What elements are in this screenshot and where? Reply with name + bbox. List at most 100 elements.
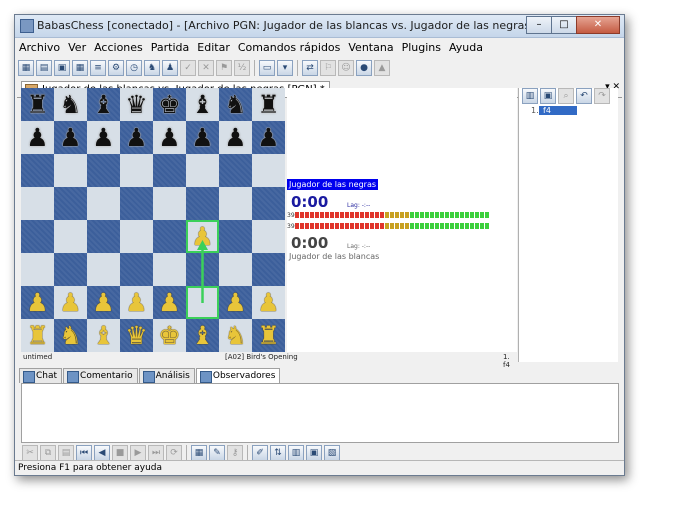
title-bar[interactable]: BabasChess [conectado] - [Archivo PGN: J… — [15, 15, 624, 38]
square-d8[interactable]: ♛ — [120, 88, 153, 121]
white-piece[interactable]: ♟ — [92, 290, 114, 315]
columns-icon[interactable]: ▥ — [522, 88, 538, 104]
square-c3[interactable] — [87, 253, 120, 286]
observers-panel[interactable] — [21, 383, 619, 443]
pieces-icon[interactable]: ♟ — [162, 60, 178, 76]
list-icon[interactable]: ≡ — [90, 60, 106, 76]
menu-ventana[interactable]: Ventana — [344, 41, 397, 54]
square-f6[interactable] — [186, 154, 219, 187]
square-g1[interactable]: ♞ — [219, 319, 252, 352]
square-c7[interactable]: ♟ — [87, 121, 120, 154]
square-b6[interactable] — [54, 154, 87, 187]
square-e1[interactable]: ♚ — [153, 319, 186, 352]
board-icon[interactable]: ▦ — [72, 60, 88, 76]
black-piece[interactable]: ♟ — [59, 125, 81, 150]
square-c1[interactable]: ♝ — [87, 319, 120, 352]
square-d7[interactable]: ♟ — [120, 121, 153, 154]
menu-archivo[interactable]: Archivo — [15, 41, 64, 54]
alert-icon[interactable]: ☺ — [338, 60, 354, 76]
square-b5[interactable] — [54, 187, 87, 220]
last-move-icon[interactable]: ⏭ — [148, 445, 164, 461]
grid-icon[interactable]: ▥ — [288, 445, 304, 461]
square-e6[interactable] — [153, 154, 186, 187]
view-icon[interactable]: ▭ — [259, 60, 275, 76]
close-icon[interactable]: ✕ — [198, 60, 214, 76]
square-b8[interactable]: ♞ — [54, 88, 87, 121]
square-b4[interactable] — [54, 220, 87, 253]
previous-move-icon[interactable]: ◀ — [94, 445, 110, 461]
black-piece[interactable]: ♝ — [92, 92, 114, 117]
square-d5[interactable] — [120, 187, 153, 220]
white-piece[interactable]: ♝ — [92, 323, 114, 348]
key-icon[interactable]: ⚷ — [227, 445, 243, 461]
black-piece[interactable]: ♟ — [224, 125, 246, 150]
square-c8[interactable]: ♝ — [87, 88, 120, 121]
maximize-button[interactable]: □ — [551, 16, 577, 34]
white-piece[interactable]: ♟ — [224, 290, 246, 315]
edit-board-icon[interactable]: ✎ — [209, 445, 225, 461]
black-piece[interactable]: ♛ — [125, 92, 147, 117]
square-d2[interactable]: ♟ — [120, 286, 153, 319]
square-a5[interactable] — [21, 187, 54, 220]
square-b3[interactable] — [54, 253, 87, 286]
flag-icon[interactable]: ⚐ — [320, 60, 336, 76]
square-a4[interactable] — [21, 220, 54, 253]
square-h8[interactable]: ♜ — [252, 88, 285, 121]
square-h5[interactable] — [252, 187, 285, 220]
square-g4[interactable] — [219, 220, 252, 253]
square-b1[interactable]: ♞ — [54, 319, 87, 352]
menu-ver[interactable]: Ver — [64, 41, 90, 54]
square-h1[interactable]: ♜ — [252, 319, 285, 352]
square-e8[interactable]: ♚ — [153, 88, 186, 121]
black-piece[interactable]: ♟ — [158, 125, 180, 150]
square-g5[interactable] — [219, 187, 252, 220]
save-icon[interactable]: ▣ — [54, 60, 70, 76]
square-e7[interactable]: ♟ — [153, 121, 186, 154]
square-e3[interactable] — [153, 253, 186, 286]
square-f8[interactable]: ♝ — [186, 88, 219, 121]
menu-partida[interactable]: Partida — [147, 41, 194, 54]
cut-icon[interactable]: ✂ — [22, 445, 38, 461]
square-h4[interactable] — [252, 220, 285, 253]
square-g6[interactable] — [219, 154, 252, 187]
engine-icon[interactable]: ⚙ — [108, 60, 124, 76]
clock-icon[interactable]: ◷ — [126, 60, 142, 76]
chess-board[interactable]: ♜ ♞ ♝ ♛ ♚ ♝ ♞ ♜ ♟ ♟ ♟ ♟ ♟ ♟ ♟ ♟ ♟ ♟ ♟ ♟ ♟ ♟ ♟ ♟ ♜ ♞ ♝ ♛ ♚ ♝ ♞ ♜ — [21, 88, 285, 352]
white-piece[interactable]: ♞ — [59, 323, 81, 348]
white-piece[interactable]: ♛ — [125, 323, 147, 348]
square-f3[interactable] — [186, 253, 219, 286]
black-piece[interactable]: ♟ — [125, 125, 147, 150]
pen-icon[interactable]: ✐ — [252, 445, 268, 461]
square-d1[interactable]: ♛ — [120, 319, 153, 352]
resign-icon[interactable]: ⚑ — [216, 60, 232, 76]
menu-plugins[interactable]: Plugins — [398, 41, 445, 54]
menu-ayuda[interactable]: Ayuda — [445, 41, 487, 54]
menu-acciones[interactable]: Acciones — [90, 41, 147, 54]
square-h2[interactable]: ♟ — [252, 286, 285, 319]
check-icon[interactable]: ✓ — [180, 60, 196, 76]
tab-observadores[interactable]: Observadores — [195, 368, 281, 383]
square-a7[interactable]: ♟ — [21, 121, 54, 154]
black-piece[interactable]: ♟ — [26, 125, 48, 150]
square-f7[interactable]: ♟ — [186, 121, 219, 154]
square-c2[interactable]: ♟ — [87, 286, 120, 319]
paste-icon[interactable]: ▤ — [58, 445, 74, 461]
minimize-button[interactable]: – — [526, 16, 552, 34]
square-e4[interactable] — [153, 220, 186, 253]
black-piece[interactable]: ♚ — [158, 92, 180, 117]
white-piece[interactable]: ♞ — [224, 323, 246, 348]
square-a3[interactable] — [21, 253, 54, 286]
menu-comandos-rapidos[interactable]: Comandos rápidos — [234, 41, 345, 54]
move-node-f4[interactable]: f4 — [539, 106, 577, 115]
black-piece[interactable]: ♜ — [26, 92, 48, 117]
square-c5[interactable] — [87, 187, 120, 220]
white-piece[interactable]: ♟ — [125, 290, 147, 315]
square-e5[interactable] — [153, 187, 186, 220]
flip-board-icon[interactable]: ⇅ — [270, 445, 286, 461]
square-d3[interactable] — [120, 253, 153, 286]
tab-comentario[interactable]: Comentario — [63, 368, 138, 383]
undo-icon[interactable]: ↶ — [576, 88, 592, 104]
square-f5[interactable] — [186, 187, 219, 220]
square-f2[interactable] — [186, 286, 219, 319]
square-h7[interactable]: ♟ — [252, 121, 285, 154]
